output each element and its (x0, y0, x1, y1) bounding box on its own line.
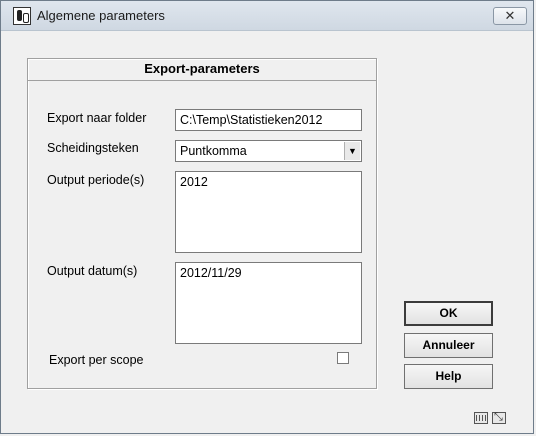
export-folder-label: Export naar folder (47, 111, 147, 125)
separator-select[interactable]: Puntkomma ▼ (175, 140, 362, 162)
output-period-label: Output periode(s) (47, 173, 145, 187)
app-icon (13, 7, 31, 25)
expand-icon[interactable] (492, 411, 506, 424)
chevron-down-icon[interactable]: ▼ (344, 142, 360, 160)
help-button[interactable]: Help (404, 364, 493, 389)
dialog-window: Algemene parameters ✕ Export-parameters … (0, 0, 534, 434)
ok-button[interactable]: OK (404, 301, 493, 326)
output-period-textarea[interactable]: 2012 (175, 171, 362, 253)
cancel-button[interactable]: Annuleer (404, 333, 493, 358)
keyboard-icon[interactable] (474, 412, 488, 424)
export-folder-input[interactable]: C:\Temp\Statistieken2012 (175, 109, 362, 131)
group-title: Export-parameters (28, 59, 376, 81)
title-bar: Algemene parameters ✕ (1, 1, 533, 31)
close-button[interactable]: ✕ (493, 7, 527, 25)
output-date-textarea[interactable]: 2012/11/29 (175, 262, 362, 344)
export-scope-checkbox[interactable] (337, 352, 349, 364)
separator-label: Scheidingsteken (47, 141, 139, 155)
separator-select-value: Puntkomma (180, 144, 247, 158)
output-date-label: Output datum(s) (47, 264, 138, 278)
window-title: Algemene parameters (37, 8, 165, 23)
export-scope-label: Export per scope (49, 353, 144, 367)
